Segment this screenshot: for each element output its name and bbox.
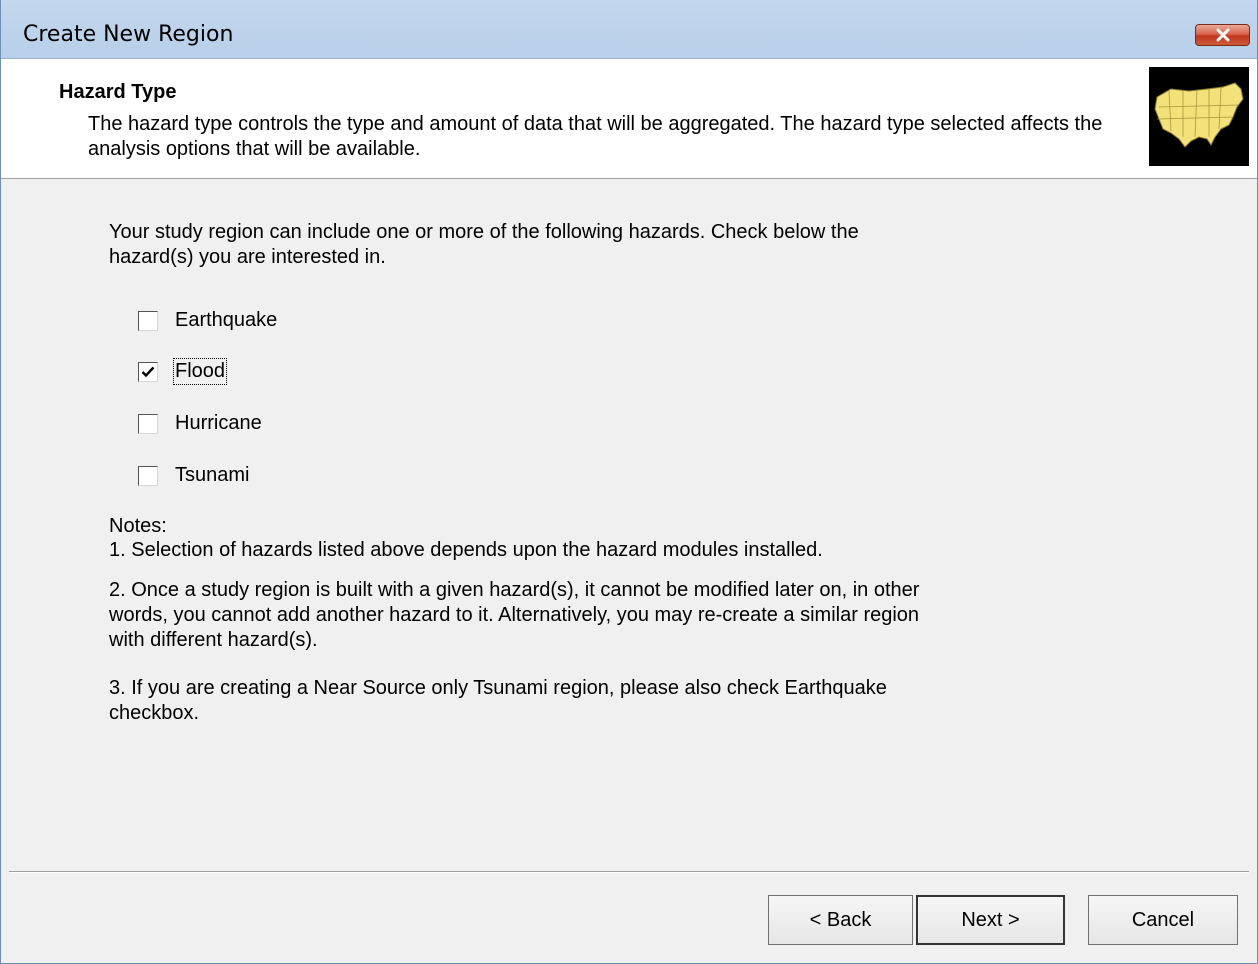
- usa-map-icon: [1149, 67, 1249, 166]
- wizard-header: Hazard Type The hazard type controls the…: [1, 59, 1257, 179]
- window-title: Create New Region: [23, 22, 234, 47]
- note-item: 2. Once a study region is built with a g…: [109, 579, 920, 651]
- create-new-region-dialog: Create New Region Hazard Type The hazard…: [0, 0, 1258, 964]
- note-item: 3. If you are creating a Near Source onl…: [109, 677, 887, 724]
- next-button[interactable]: Next >: [916, 895, 1065, 945]
- checkbox-box[interactable]: [138, 466, 158, 486]
- checkbox-label[interactable]: Tsunami: [175, 464, 249, 487]
- close-button[interactable]: [1195, 24, 1250, 46]
- close-icon: [1216, 28, 1230, 42]
- intro-text: Your study region can include one or mor…: [109, 221, 859, 268]
- footer-divider: [9, 871, 1249, 873]
- checkbox-label[interactable]: Hurricane: [175, 412, 262, 435]
- back-button[interactable]: < Back: [768, 895, 913, 945]
- checkbox-label[interactable]: Earthquake: [175, 309, 277, 332]
- checkbox-box[interactable]: [138, 311, 158, 331]
- checkmark-icon: [141, 366, 155, 378]
- page-description: The hazard type controls the type and am…: [88, 113, 1103, 160]
- checkbox-box[interactable]: [138, 362, 158, 382]
- checkbox-box[interactable]: [138, 414, 158, 434]
- page-title: Hazard Type: [59, 81, 177, 103]
- notes-heading: Notes:: [109, 515, 167, 537]
- note-item: 1. Selection of hazards listed above dep…: [109, 539, 823, 561]
- checkbox-label[interactable]: Flood: [172, 358, 228, 385]
- title-bar[interactable]: Create New Region: [1, 0, 1257, 59]
- cancel-button[interactable]: Cancel: [1088, 895, 1238, 945]
